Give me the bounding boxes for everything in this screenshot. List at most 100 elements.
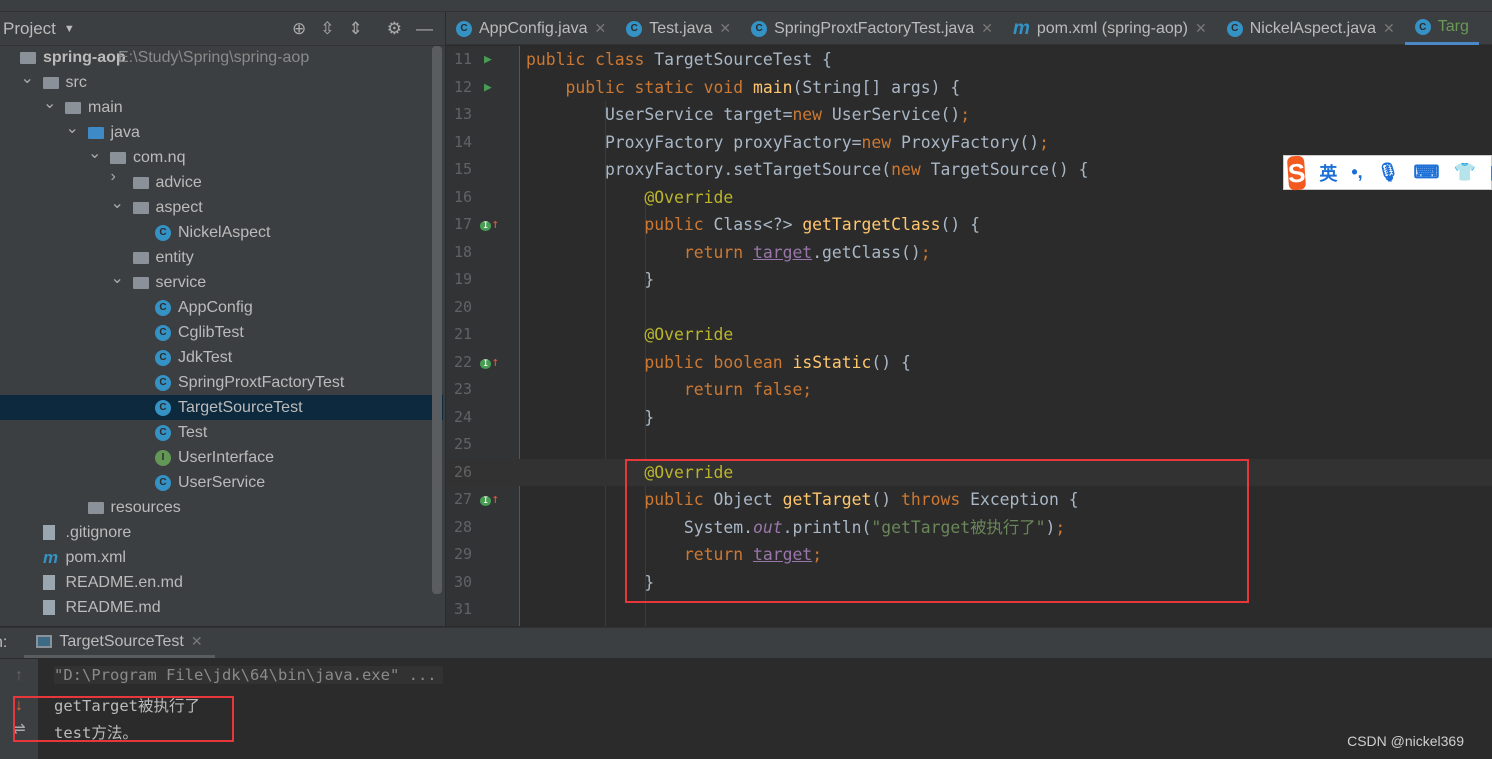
tab-label: Test.java: [649, 19, 713, 37]
close-icon[interactable]: ✕: [719, 20, 731, 37]
tree-item-aspect[interactable]: ⌄ aspect: [0, 195, 443, 220]
tree-item-appconfig[interactable]: C AppConfig: [0, 295, 443, 320]
chevron-down-icon[interactable]: ⌄: [21, 68, 34, 88]
tree-item-label: pom.xml: [65, 548, 126, 566]
code-text: public class TargetSourceTest {: [526, 46, 832, 74]
tree-item-service[interactable]: ⌄ service: [0, 270, 443, 295]
tree-item-resources[interactable]: resources: [0, 495, 443, 520]
tree-item-springproxtfactorytest[interactable]: C SpringProxtFactoryTest: [0, 370, 443, 395]
tree-item-main[interactable]: ⌄ main: [0, 95, 443, 120]
line-number: 28: [453, 517, 472, 536]
runnable-class-icon: C: [751, 20, 768, 37]
tree-item-userinterface[interactable]: I UserInterface: [0, 445, 443, 470]
code-token: target: [752, 242, 813, 262]
run-tab-targetsourcetest[interactable]: TargetSourceTest ✕: [24, 628, 215, 658]
chevron-down-icon[interactable]: ⌄: [66, 118, 79, 138]
code-token: UserService(): [831, 105, 961, 124]
project-panel: Project ▼ ⊕ ⇳ ⇕ ⚙ — spring-aop E:\Study\S…: [0, 12, 445, 626]
run-icon[interactable]: ▶: [484, 46, 492, 74]
package-icon: [132, 176, 149, 189]
override-icon[interactable]: I ↑: [480, 349, 499, 379]
chevron-down-icon[interactable]: ⌄: [111, 268, 124, 288]
editor-tabs: C AppConfig.java ✕ C Test.java ✕ C SpringProxtF…: [446, 12, 1492, 45]
tab-label: pom.xml (spring-aop): [1036, 19, 1188, 37]
code-token: () {: [871, 352, 911, 372]
code-token: ;: [920, 242, 931, 262]
code-line: 13 UserService target=new UserService();: [446, 101, 1492, 129]
line-number: 27: [453, 490, 472, 508]
override-icon[interactable]: I ↑: [480, 211, 499, 241]
tree-item-java[interactable]: ⌄ java: [0, 120, 443, 145]
arrow-up-icon[interactable]: ↑: [0, 667, 38, 685]
tree-item-cglibtest[interactable]: C CglibTest: [0, 320, 443, 345]
code-token: new: [891, 160, 931, 179]
collapse-all-icon[interactable]: ⇕: [349, 19, 363, 39]
tree-item-label: main: [88, 98, 123, 116]
tree-item-label: TargetSourceTest: [178, 398, 303, 416]
watermark: CSDN @nickel369: [1347, 733, 1464, 749]
tree-item-jdktest[interactable]: C JdkTest: [0, 345, 443, 370]
ime-punct[interactable]: •,: [1351, 162, 1362, 183]
tree-item-pom-xml[interactable]: m pom.xml: [0, 545, 443, 570]
close-icon[interactable]: ✕: [191, 633, 203, 650]
chevron-down-icon[interactable]: ⌄: [111, 193, 124, 213]
tree-item-com-nq[interactable]: ⌄ com.nq: [0, 145, 443, 170]
code-token: ProxyFactory proxyFactory=: [526, 132, 862, 152]
tree-item-src[interactable]: ⌄ src: [0, 70, 443, 95]
expand-all-icon[interactable]: ⇳: [320, 19, 334, 39]
tree-item-advice[interactable]: › advice: [0, 168, 443, 195]
minimize-icon[interactable]: —: [416, 19, 433, 39]
close-icon[interactable]: ✕: [595, 20, 607, 37]
locate-icon[interactable]: ⊕: [292, 19, 306, 39]
chevron-down-icon[interactable]: ⌄: [43, 93, 56, 113]
close-icon[interactable]: ✕: [1195, 20, 1207, 37]
keyboard-icon[interactable]: ⌨: [1414, 162, 1440, 183]
tree-item--gitignore[interactable]: .gitignore: [0, 520, 443, 545]
run-icon[interactable]: ▶: [484, 74, 492, 102]
code-token: ProxyFactory(): [901, 132, 1040, 152]
close-icon[interactable]: ✕: [981, 20, 993, 37]
tree-item-label: Test: [178, 423, 208, 441]
override-icon[interactable]: I ↑: [480, 486, 499, 516]
code-text: proxyFactory.setTargetSource(new TargetS…: [526, 156, 1089, 184]
tree-item-spring-aop[interactable]: spring-aop E:\Study\Spring\spring-aop: [0, 45, 443, 70]
tab-pom-xml-spring-aop-[interactable]: m pom.xml (spring-aop) ✕: [1003, 12, 1217, 45]
tab-appconfig-java[interactable]: C AppConfig.java ✕: [446, 12, 616, 45]
tree-item-label: CglibTest: [178, 323, 244, 341]
ime-mode[interactable]: 英: [1319, 160, 1337, 186]
chevron-down-icon[interactable]: ▼: [64, 23, 75, 35]
tree-item-label: AppConfig: [178, 298, 253, 316]
tree-item-nickelaspect[interactable]: C NickelAspect: [0, 220, 443, 245]
tree-item-readme-md[interactable]: README.md: [0, 595, 443, 620]
code-token: }: [526, 407, 655, 427]
chevron-down-icon[interactable]: ⌄: [88, 143, 101, 163]
tree-item-entity[interactable]: entity: [0, 245, 443, 270]
gear-icon[interactable]: ⚙: [387, 19, 402, 39]
skin-icon[interactable]: 👕: [1454, 162, 1476, 183]
tab-test-java[interactable]: C Test.java ✕: [616, 12, 741, 45]
project-view-selector[interactable]: Project: [3, 19, 56, 39]
class-icon: C: [155, 299, 171, 316]
tree-item-userservice[interactable]: C UserService: [0, 470, 443, 495]
tab-label: SpringProxtFactoryTest.java: [774, 19, 975, 37]
tab-targ[interactable]: C Targ: [1404, 12, 1479, 45]
folder-icon: [65, 101, 81, 114]
tab-springproxtfactorytest-java[interactable]: C SpringProxtFactoryTest.java ✕: [741, 12, 1003, 45]
tree-item-readme-en-md[interactable]: README.en.md: [0, 570, 443, 595]
code-line: 19 }: [446, 266, 1492, 294]
tree-item-test[interactable]: C Test: [0, 420, 443, 445]
code-token: proxyFactory.setTargetSource(: [526, 160, 892, 179]
tab-nickelaspect-java[interactable]: C NickelAspect.java ✕: [1217, 12, 1405, 45]
code-text: return false;: [526, 376, 812, 404]
close-icon[interactable]: ✕: [1383, 20, 1395, 37]
line-number: 22: [453, 352, 472, 371]
code-line: 18 return target.getClass();: [446, 239, 1492, 267]
tree-item-targetsourcetest[interactable]: C TargetSourceTest: [0, 395, 443, 420]
scrollbar[interactable]: [432, 46, 442, 594]
code-text: @Override: [526, 184, 733, 212]
chevron-right-icon[interactable]: ›: [111, 168, 123, 186]
microphone-icon[interactable]: 🎙: [1377, 162, 1400, 183]
sogou-logo[interactable]: S: [1286, 154, 1307, 191]
code-text: UserService target=new UserService();: [526, 101, 970, 129]
